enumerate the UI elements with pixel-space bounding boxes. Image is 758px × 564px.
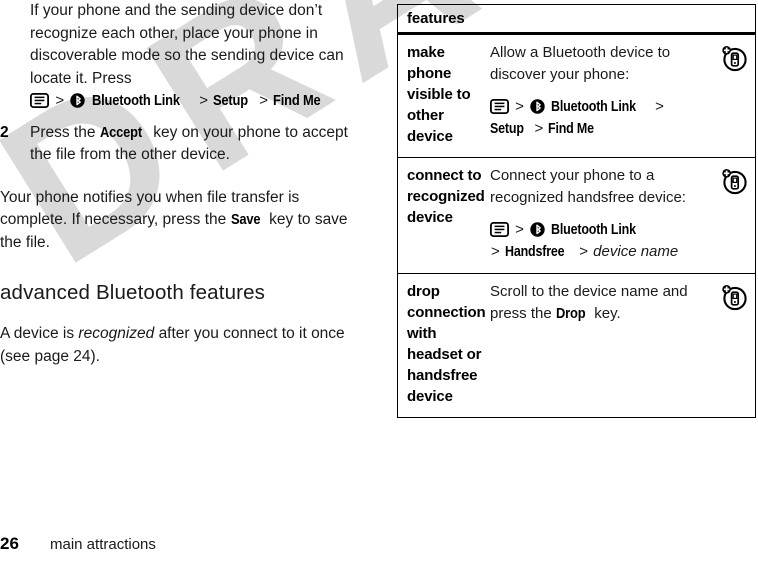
feature-icon-cell — [709, 158, 755, 273]
menu-path-handsfree: > Bluetooth Link > Handsfree > device na… — [489, 219, 705, 263]
path-item-bluetooth-link: Bluetooth Link — [551, 99, 637, 115]
bluetooth-icon — [530, 99, 545, 114]
menu-path-find-me: > Bluetooth Link > Setup > Find Me — [489, 96, 705, 140]
page-number: 26 — [0, 534, 19, 553]
path-separator: > — [491, 243, 500, 260]
bluetooth-icon — [70, 93, 86, 108]
feature-description-text: Allow a Bluetooth device to discover you… — [490, 44, 671, 83]
path-separator: > — [515, 221, 524, 238]
path-item-bluetooth-link: Bluetooth Link — [551, 222, 637, 238]
recognized-text-before: A device is — [0, 325, 75, 342]
step-2-text-before: Press the — [30, 123, 96, 141]
table-row: make phone visible to other device Allow… — [398, 35, 755, 158]
features-table: features make phone visible to other dev… — [397, 4, 756, 418]
path-item-setup: Setup — [490, 121, 524, 137]
feature-name: make phone visible to other device — [407, 44, 471, 145]
footer-section-title: main attractions — [50, 536, 156, 553]
recognized-italic: recognized — [78, 325, 155, 342]
path-item-handsfree: Handsfree — [504, 244, 565, 260]
menu-key-icon — [489, 98, 510, 114]
step-2-number: 2 — [0, 123, 9, 141]
accept-key-label: Accept — [99, 123, 142, 141]
feature-description: Connect your phone to a recognized hands… — [489, 158, 709, 273]
page-content: If your phone and the sending device don… — [0, 0, 758, 564]
path-item-setup: Setup — [213, 92, 249, 109]
feature-icon-cell — [709, 35, 755, 157]
path-separator: > — [579, 243, 588, 260]
step-2: 2 Press the Accept key on your phone to … — [0, 122, 360, 167]
section-heading-advanced-bluetooth: advanced Bluetooth features — [0, 281, 266, 304]
path-separator: > — [655, 98, 664, 115]
feature-description-text-before: Scroll to the device name and press the — [490, 283, 688, 322]
menu-key-icon — [29, 92, 50, 108]
path-separator: > — [259, 92, 269, 109]
left-column: If your phone and the sending device don… — [0, 0, 360, 368]
path-item-device-name: device name — [593, 243, 679, 260]
table-row: drop connection with headset or handsfre… — [398, 274, 755, 417]
bluetooth-icon — [530, 222, 545, 237]
feature-description-text: Connect your phone to a recognized hands… — [490, 167, 686, 206]
paragraph-notify-transfer: Your phone notifies you when file transf… — [0, 187, 360, 255]
save-key-label: Save — [230, 211, 261, 228]
menu-key-icon — [489, 221, 510, 237]
phone-plus-icon — [719, 166, 749, 196]
path-separator: > — [515, 98, 524, 115]
paragraph-recognized-device: A device is recognized after you connect… — [0, 323, 360, 368]
feature-name: drop connection with headset or handsfre… — [407, 283, 486, 405]
drop-key-label: Drop — [555, 304, 586, 322]
table-row: connect to recognized device Connect you… — [398, 158, 755, 274]
feature-name: connect to recognized device — [407, 167, 485, 226]
path-item-find-me: Find Me — [273, 92, 321, 109]
page-footer: 26 main attractions — [0, 534, 400, 554]
path-separator: > — [534, 120, 544, 137]
feature-description: Scroll to the device name and press the … — [490, 274, 709, 417]
features-table-header: features — [398, 5, 755, 35]
feature-description-text-after: key. — [594, 304, 621, 322]
phone-plus-icon — [719, 43, 749, 73]
menu-path-find-me: > Bluetooth Link > Setup > Find Me — [29, 90, 360, 113]
feature-icon-cell — [709, 274, 755, 417]
path-item-bluetooth-link: Bluetooth Link — [91, 92, 180, 109]
path-item-find-me: Find Me — [548, 121, 595, 137]
phone-plus-icon — [719, 282, 749, 312]
path-separator: > — [55, 92, 65, 109]
paragraph-sending-device: If your phone and the sending device don… — [30, 2, 344, 87]
path-separator: > — [199, 92, 208, 109]
feature-description: Allow a Bluetooth device to discover you… — [489, 35, 709, 157]
